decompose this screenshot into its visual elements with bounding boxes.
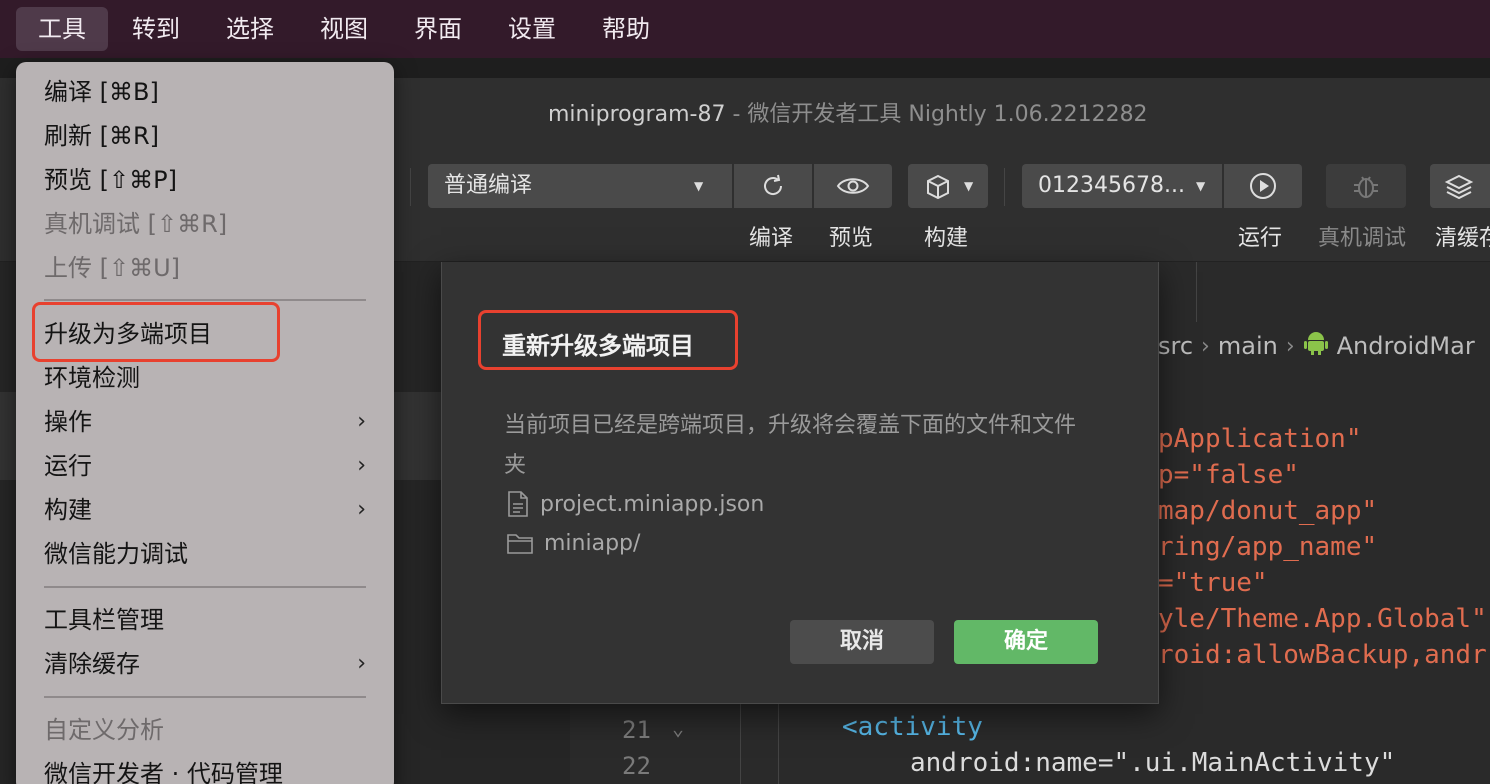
chevron-right-icon: › xyxy=(357,497,366,522)
menu-item-env-check[interactable]: 环境检测 xyxy=(44,360,366,396)
line-number: 22 xyxy=(622,752,651,780)
window-title: miniprogram-87 - 微信开发者工具 Nightly 1.06.22… xyxy=(548,96,1148,128)
menu-item-preview[interactable]: 预览 [⇧⌘P] xyxy=(44,162,366,198)
file-icon xyxy=(508,491,528,517)
code-line: roid:allowBackup,andr xyxy=(1158,640,1487,670)
fold-chevron-icon[interactable]: ⌄ xyxy=(672,716,684,740)
device-select-value: 012345678... xyxy=(1038,173,1185,198)
code-line: yle/Theme.App.Global" xyxy=(1158,604,1487,634)
build-button[interactable]: ▼ xyxy=(908,164,988,208)
code-line: p="false" xyxy=(1158,460,1299,490)
breadcrumb-item-manifest[interactable]: AndroidMar xyxy=(1337,332,1475,360)
clear-cache-button[interactable] xyxy=(1430,164,1490,208)
caret-down-icon: ▼ xyxy=(964,179,974,193)
bug-icon xyxy=(1354,176,1378,198)
breadcrumb-item-src[interactable]: src xyxy=(1158,332,1193,360)
clear-cache-label: 清缓存 xyxy=(1435,226,1490,251)
menu-tools[interactable]: 工具 xyxy=(16,7,108,51)
menu-separator xyxy=(44,299,366,301)
project-name: miniprogram-87 xyxy=(548,102,726,127)
layers-icon xyxy=(1444,174,1474,200)
menu-item-wechat-debug[interactable]: 微信能力调试 xyxy=(44,536,366,572)
eye-icon xyxy=(836,178,870,194)
menu-item-upload: 上传 [⇧⌘U] xyxy=(44,254,181,282)
code-line: pApplication" xyxy=(1158,424,1362,454)
menu-view[interactable]: 视图 xyxy=(298,7,390,51)
menubar-edge xyxy=(0,0,16,58)
menu-interface[interactable]: 界面 xyxy=(392,7,484,51)
file-name: project.miniapp.json xyxy=(540,491,765,517)
line-number: 21 xyxy=(622,716,651,744)
menu-goto[interactable]: 转到 xyxy=(110,7,202,51)
upgrade-item-highlight xyxy=(32,302,280,362)
app-name: - 微信开发者工具 Nightly 1.06.2212282 xyxy=(725,102,1148,127)
dialog-description: 当前项目已经是跨端项目，升级将会覆盖下面的文件和文件夹 xyxy=(504,413,1077,478)
run-label: 运行 xyxy=(1238,226,1283,251)
menu-item-label: 操作 xyxy=(44,408,92,436)
compile-mode-select[interactable]: 普通编译 ▼ xyxy=(428,164,732,208)
menubar: 工具 转到 选择 视图 界面 设置 帮助 xyxy=(0,0,1490,58)
menu-item-label: 构建 xyxy=(44,496,92,524)
play-icon xyxy=(1250,173,1276,199)
chevron-right-icon: › xyxy=(1285,333,1295,359)
build-label: 构建 xyxy=(924,226,969,251)
preview-label: 预览 xyxy=(829,226,874,251)
menu-item-run[interactable]: 运行 › xyxy=(44,448,366,484)
chevron-right-icon: › xyxy=(1201,333,1210,359)
menu-select[interactable]: 选择 xyxy=(204,7,296,51)
remote-debug-label: 真机调试 xyxy=(1318,226,1407,251)
chevron-right-icon: › xyxy=(357,409,366,434)
caret-down-icon: ▼ xyxy=(1196,179,1206,193)
toolbar-separator xyxy=(1004,168,1005,206)
menu-item-build[interactable]: 构建 › xyxy=(44,492,366,528)
compile-label: 编译 xyxy=(749,226,794,251)
breadcrumb-item-main[interactable]: main xyxy=(1218,332,1278,360)
menu-separator xyxy=(44,696,366,698)
file-entry: project.miniapp.json xyxy=(506,487,764,521)
cube-icon xyxy=(927,174,949,200)
compile-button[interactable] xyxy=(734,164,812,208)
menu-item-code-management[interactable]: 微信开发者 · 代码管理 xyxy=(44,756,366,784)
tools-dropdown-menu: 编译 [⌘B] 刷新 [⌘R] 预览 [⇧⌘P] 真机调试 [⇧⌘R] 上传 [… xyxy=(16,62,394,784)
remote-debug-button[interactable] xyxy=(1326,164,1406,208)
run-button[interactable] xyxy=(1224,164,1302,208)
chevron-right-icon: › xyxy=(357,453,366,478)
menu-item-remote-debug: 真机调试 [⇧⌘R] xyxy=(44,210,228,238)
folder-name: miniapp/ xyxy=(544,530,641,556)
editor-tab-divider xyxy=(1196,262,1197,322)
confirm-button[interactable]: 确定 xyxy=(954,620,1098,664)
code-line: <activity xyxy=(842,712,983,742)
compile-mode-value: 普通编译 xyxy=(444,173,533,198)
toolbar-separator xyxy=(410,168,411,206)
menu-item-toolbar-manage[interactable]: 工具栏管理 xyxy=(44,602,366,638)
menu-item-compile[interactable]: 编译 [⌘B] xyxy=(44,74,366,110)
upgrade-dialog: 重新升级多端项目 当前项目已经是跨端项目，升级将会覆盖下面的文件和文件夹 pro… xyxy=(441,262,1159,704)
refresh-icon xyxy=(764,174,783,195)
menu-item-custom-analysis: 自定义分析 xyxy=(44,716,164,744)
chevron-right-icon: › xyxy=(357,651,366,676)
menu-help[interactable]: 帮助 xyxy=(580,7,672,51)
indent-guide xyxy=(740,690,741,784)
code-line: ="true" xyxy=(1158,568,1268,598)
menu-separator xyxy=(44,586,366,588)
menu-item-refresh[interactable]: 刷新 [⌘R] xyxy=(44,118,366,154)
code-line: ring/app_name" xyxy=(1158,532,1378,562)
folder-icon xyxy=(507,534,533,554)
menu-item-operations[interactable]: 操作 › xyxy=(44,404,366,440)
device-select[interactable]: 012345678... ▼ xyxy=(1022,164,1222,208)
code-line: map/donut_app" xyxy=(1158,496,1378,526)
menu-item-label: 运行 xyxy=(44,452,92,480)
preview-button[interactable] xyxy=(814,164,892,208)
cancel-button[interactable]: 取消 xyxy=(790,620,934,664)
android-icon xyxy=(1303,330,1329,362)
caret-down-icon: ▼ xyxy=(694,179,704,193)
breadcrumb: src › main › AndroidMar xyxy=(1158,327,1475,365)
folder-entry: miniapp/ xyxy=(506,526,640,560)
indent-guide xyxy=(778,690,779,784)
code-line: android:name=".ui.MainActivity" xyxy=(910,748,1396,778)
menu-settings[interactable]: 设置 xyxy=(486,7,578,51)
menu-item-label: 清除缓存 xyxy=(44,650,140,678)
menu-item-clear-cache[interactable]: 清除缓存 › xyxy=(44,646,366,682)
dialog-title-highlight xyxy=(478,310,738,370)
